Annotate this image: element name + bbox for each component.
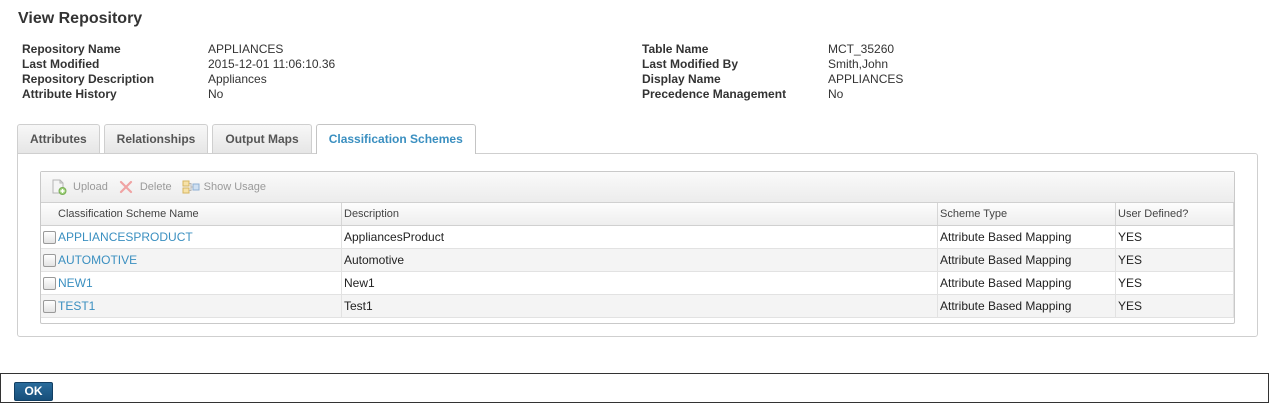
scheme-type-cell: Attribute Based Mapping bbox=[937, 225, 1116, 249]
footer-bar: OK bbox=[0, 373, 1269, 403]
scheme-name-link[interactable]: AUTOMOTIVE bbox=[58, 253, 137, 267]
user-defined-cell: YES bbox=[1115, 225, 1234, 249]
upload-icon bbox=[51, 179, 67, 195]
description-cell: Automotive bbox=[341, 248, 938, 272]
row-checkbox-cell bbox=[41, 248, 56, 272]
property-label: Precedence Management bbox=[642, 87, 787, 101]
property-last-modified-by: Last Modified By Smith,John bbox=[642, 57, 903, 72]
description-cell: AppliancesProduct bbox=[341, 225, 938, 249]
page-title: View Repository bbox=[18, 10, 143, 27]
table-row[interactable]: TEST1 Test1 Attribute Based Mapping YES bbox=[41, 294, 1234, 318]
property-repository-description: Repository Description Appliances bbox=[22, 72, 335, 87]
property-label: Table Name bbox=[642, 42, 709, 56]
scheme-name-link[interactable]: APPLIANCESPRODUCT bbox=[58, 230, 193, 244]
property-label: Last Modified By bbox=[642, 57, 739, 71]
property-label: Repository Name bbox=[22, 42, 121, 56]
upload-button[interactable]: Upload bbox=[51, 179, 108, 195]
scheme-name-cell: AUTOMOTIVE bbox=[56, 248, 342, 272]
property-value: No bbox=[828, 87, 844, 101]
property-attribute-history: Attribute History No bbox=[22, 87, 335, 102]
row-checkbox-cell bbox=[41, 294, 56, 318]
scheme-name-link[interactable]: NEW1 bbox=[58, 276, 93, 290]
column-header-user-defined[interactable]: User Defined? bbox=[1115, 203, 1234, 226]
tab-classification-schemes[interactable]: Classification Schemes bbox=[315, 124, 476, 154]
scheme-name-link[interactable]: TEST1 bbox=[58, 299, 95, 313]
row-checkbox-cell bbox=[41, 271, 56, 295]
property-value: 2015-12-01 11:06:10.36 bbox=[208, 57, 336, 71]
scheme-name-cell: NEW1 bbox=[56, 271, 342, 295]
grid-toolbar: Upload Delete Show Usage bbox=[41, 172, 1234, 203]
upload-label: Upload bbox=[73, 181, 108, 193]
tab-bar: Attributes Relationships Output Maps Cla… bbox=[17, 124, 480, 154]
column-header-description[interactable]: Description bbox=[341, 203, 938, 226]
property-value: Appliances bbox=[208, 72, 267, 86]
property-label: Last Modified bbox=[22, 57, 100, 71]
select-column-header bbox=[41, 203, 56, 226]
property-table-name: Table Name MCT_35260 bbox=[642, 42, 903, 57]
properties-left: Repository Name APPLIANCES Last Modified… bbox=[22, 42, 335, 102]
tab-panel: Upload Delete Show Usage Classification … bbox=[17, 153, 1258, 337]
property-last-modified: Last Modified 2015-12-01 11:06:10.36 bbox=[22, 57, 335, 72]
property-value: MCT_35260 bbox=[828, 42, 895, 56]
property-label: Display Name bbox=[642, 72, 721, 86]
row-checkbox[interactable] bbox=[43, 277, 56, 291]
classification-scheme-grid: Upload Delete Show Usage Classification … bbox=[40, 171, 1235, 324]
user-defined-cell: YES bbox=[1115, 271, 1234, 295]
scheme-type-cell: Attribute Based Mapping bbox=[937, 271, 1116, 295]
row-checkbox[interactable] bbox=[43, 231, 56, 245]
property-value: No bbox=[208, 87, 224, 101]
column-header-scheme-type[interactable]: Scheme Type bbox=[937, 203, 1116, 226]
property-value: APPLIANCES bbox=[208, 42, 284, 56]
scheme-table: Classification Scheme Name Description S… bbox=[41, 203, 1234, 318]
property-value: APPLIANCES bbox=[828, 72, 904, 86]
row-checkbox-cell bbox=[41, 225, 56, 249]
show-usage-label: Show Usage bbox=[203, 181, 267, 193]
delete-label: Delete bbox=[139, 181, 172, 193]
user-defined-cell: YES bbox=[1115, 294, 1234, 318]
property-repository-name: Repository Name APPLIANCES bbox=[22, 42, 335, 57]
scheme-name-cell: APPLIANCESPRODUCT bbox=[56, 225, 342, 249]
row-checkbox[interactable] bbox=[43, 254, 56, 268]
property-label: Attribute History bbox=[22, 87, 117, 101]
property-value: Smith,John bbox=[828, 57, 889, 71]
show-usage-icon bbox=[182, 179, 200, 195]
scheme-name-cell: TEST1 bbox=[56, 294, 342, 318]
user-defined-cell: YES bbox=[1115, 248, 1234, 272]
table-header-row: Classification Scheme Name Description S… bbox=[41, 203, 1234, 226]
property-display-name: Display Name APPLIANCES bbox=[642, 72, 903, 87]
table-row[interactable]: AUTOMOTIVE Automotive Attribute Based Ma… bbox=[41, 248, 1234, 272]
tab-attributes[interactable]: Attributes bbox=[17, 124, 100, 153]
table-row[interactable]: APPLIANCESPRODUCT AppliancesProduct Attr… bbox=[41, 225, 1234, 249]
properties-right: Table Name MCT_35260 Last Modified By Sm… bbox=[642, 42, 903, 102]
description-cell: New1 bbox=[341, 271, 938, 295]
scheme-type-cell: Attribute Based Mapping bbox=[937, 248, 1116, 272]
property-label: Repository Description bbox=[22, 72, 155, 86]
show-usage-button[interactable]: Show Usage bbox=[182, 179, 266, 195]
table-row[interactable]: NEW1 New1 Attribute Based Mapping YES bbox=[41, 271, 1234, 295]
scheme-type-cell: Attribute Based Mapping bbox=[937, 294, 1116, 318]
delete-button[interactable]: Delete bbox=[118, 179, 172, 195]
property-precedence-management: Precedence Management No bbox=[642, 87, 903, 102]
delete-icon bbox=[118, 179, 134, 195]
description-cell: Test1 bbox=[341, 294, 938, 318]
tab-output-maps[interactable]: Output Maps bbox=[212, 124, 312, 153]
row-checkbox[interactable] bbox=[43, 300, 56, 314]
ok-button[interactable]: OK bbox=[14, 382, 53, 401]
column-header-name[interactable]: Classification Scheme Name bbox=[56, 203, 342, 226]
tab-relationships[interactable]: Relationships bbox=[103, 124, 209, 153]
